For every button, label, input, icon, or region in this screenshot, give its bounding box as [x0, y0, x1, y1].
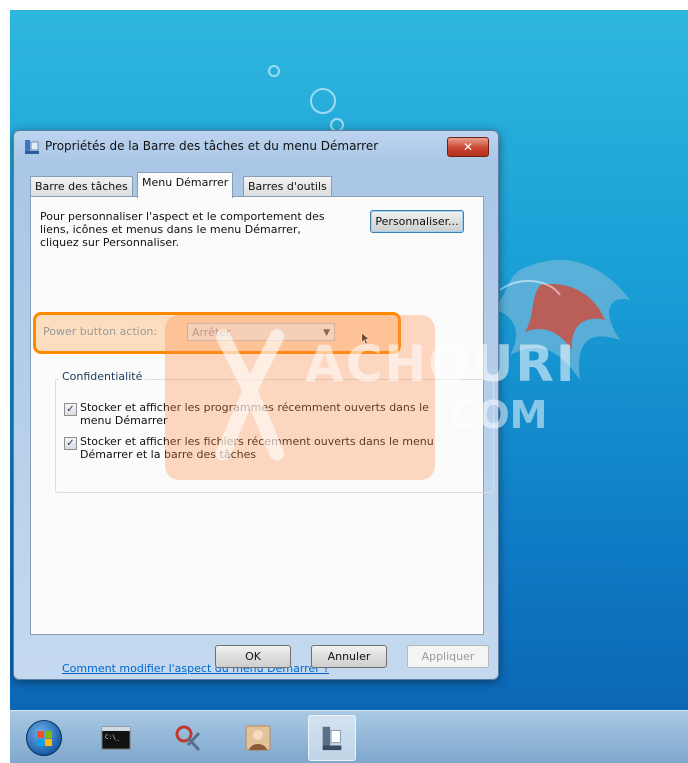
cancel-button[interactable]: Annuler — [311, 645, 387, 668]
ok-button[interactable]: OK — [215, 645, 291, 668]
recent-files-checkbox[interactable]: ✓ — [64, 437, 77, 450]
taskbar-properties-dialog: Propriétés de la Barre des tâches et du … — [13, 130, 499, 680]
chevron-down-icon: ▼ — [323, 328, 330, 338]
customize-description: Pour personnaliser l'aspect et le compor… — [40, 210, 325, 249]
taskbar: C:\_ — [10, 710, 688, 763]
windows-start-orb — [26, 720, 62, 756]
bubble-decoration — [310, 88, 336, 114]
start-menu-panel: Pour personnaliser l'aspect et le compor… — [30, 196, 494, 675]
taskbar-item-command-prompt[interactable]: C:\_ — [96, 719, 136, 757]
tab-start-menu[interactable]: Menu Démarrer — [137, 172, 234, 198]
start-button[interactable] — [24, 719, 64, 757]
recent-files-label: Stocker et afficher les fichiers récemme… — [80, 435, 434, 461]
power-button-action-select[interactable]: Arrêter ▼ — [187, 323, 335, 341]
tab-taskbar[interactable]: Barre des tâches — [30, 176, 133, 197]
desktop: Propriétés de la Barre des tâches et du … — [10, 10, 688, 763]
title-bar[interactable]: Propriétés de la Barre des tâches et du … — [14, 131, 498, 161]
betta-fish-wallpaper — [490, 260, 630, 380]
bubble-decoration — [268, 65, 280, 77]
close-button[interactable]: ✕ — [447, 137, 489, 157]
privacy-group-title: Confidentialité — [59, 370, 146, 383]
taskbar-properties-icon — [25, 140, 39, 154]
recent-programs-checkbox[interactable]: ✓ — [64, 403, 77, 416]
mouse-cursor-icon — [361, 332, 369, 345]
snipping-tool-icon — [175, 725, 201, 752]
svg-text:C:\_: C:\_ — [105, 734, 120, 741]
taskbar-properties-icon — [322, 726, 342, 751]
taskbar-item-taskbar-properties[interactable] — [308, 715, 356, 761]
window-title: Propriétés de la Barre des tâches et du … — [45, 139, 379, 153]
command-prompt-icon: C:\_ — [101, 726, 131, 750]
taskbar-item-snipping-tool[interactable] — [168, 719, 208, 757]
power-select-value: Arrêter — [192, 326, 231, 339]
customize-button[interactable]: Personnaliser... — [370, 210, 464, 233]
user-picture-icon — [245, 725, 271, 751]
power-button-action-label: Power button action: — [43, 325, 158, 338]
apply-button[interactable]: Appliquer — [407, 645, 489, 668]
recent-programs-label: Stocker et afficher les programmes récem… — [80, 401, 429, 427]
tab-toolbars[interactable]: Barres d'outils — [243, 176, 332, 197]
taskbar-item-user-pictures[interactable] — [238, 719, 278, 757]
